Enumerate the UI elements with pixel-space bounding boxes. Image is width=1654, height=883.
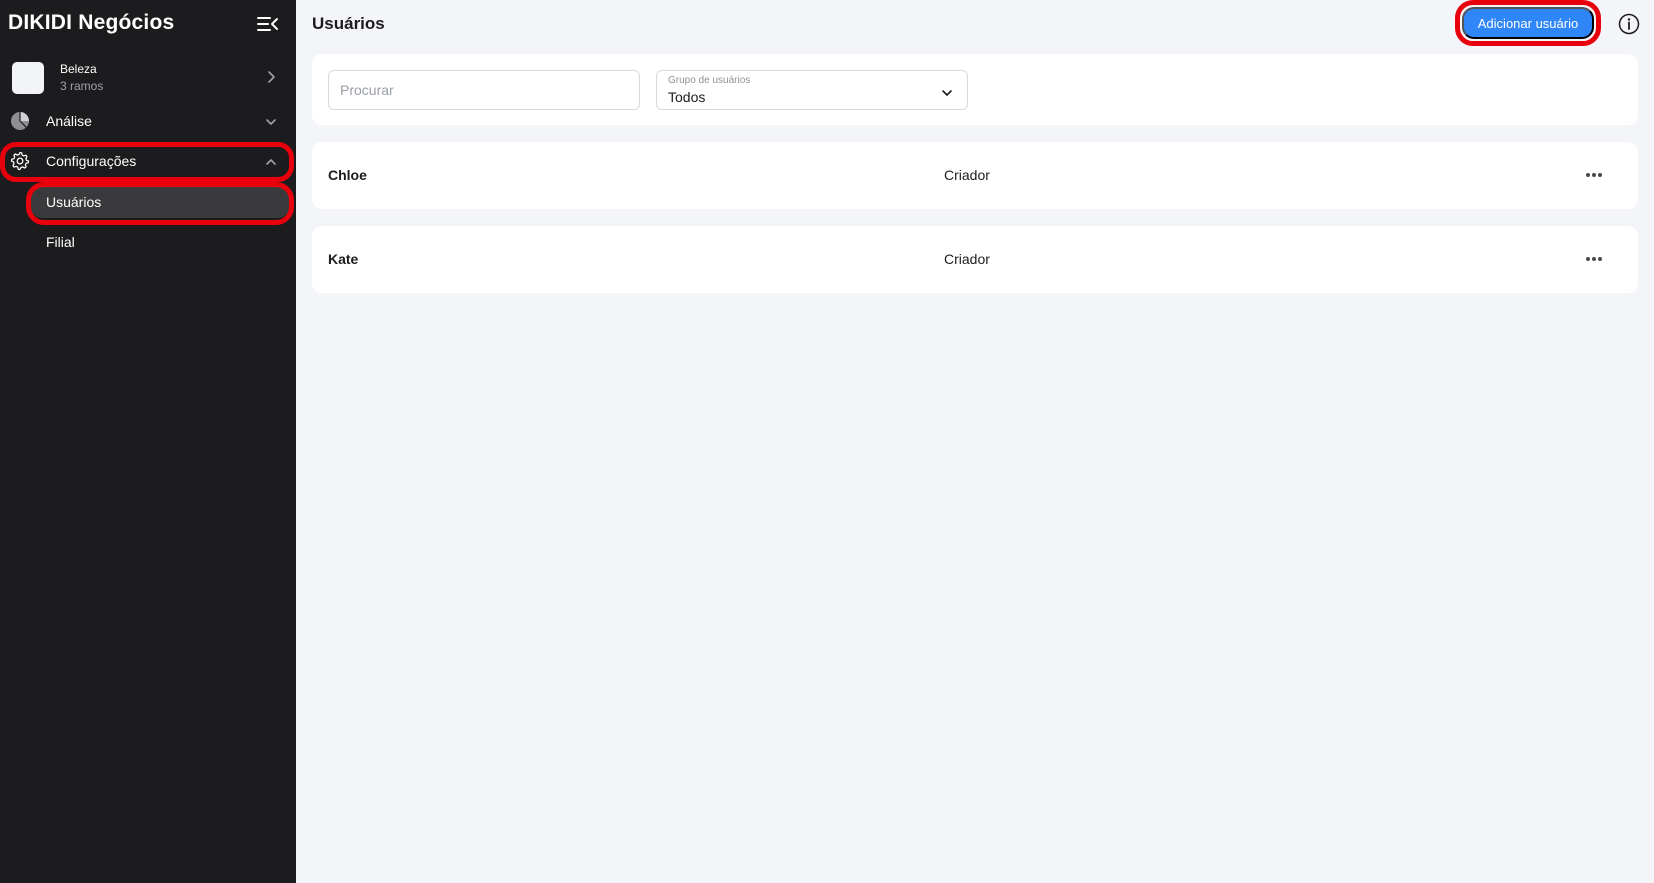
table-row[interactable]: Chloe Criador [312,142,1638,209]
user-name: Chloe [328,167,367,183]
chevron-down-icon [941,85,953,103]
search-input[interactable] [328,70,640,110]
account-subtitle: 3 ramos [60,79,104,93]
more-horizontal-icon[interactable] [1580,249,1608,269]
table-row[interactable]: Kate Criador [312,226,1638,293]
chevron-right-icon [266,70,276,89]
user-role: Criador [944,251,990,267]
sidebar-subitem-label: Filial [46,234,75,250]
gear-icon [10,151,30,171]
page-title: Usuários [312,14,385,33]
select-label: Grupo de usuários [668,75,751,86]
filter-card: Grupo de usuários Todos [312,54,1638,125]
brand-title: DIKIDI Negócios [8,11,175,34]
more-horizontal-icon[interactable] [1580,165,1608,185]
info-icon[interactable] [1618,13,1640,35]
sidebar-subitem-label: Usuários [46,194,102,210]
main-content: Usuários Adicionar usuário Grupo de usuá… [296,0,1654,883]
user-role: Criador [944,167,990,183]
add-user-button[interactable]: Adicionar usuário [1462,7,1594,39]
user-group-select[interactable]: Grupo de usuários Todos [656,70,968,110]
account-switcher[interactable]: Beleza 3 ramos [0,56,296,100]
pie-chart-icon [10,111,30,131]
account-name: Beleza [60,62,97,76]
sidebar-item-label: Análise [46,113,92,129]
sidebar-subitem-usuarios[interactable]: Usuários [30,184,290,218]
sidebar: DIKIDI Negócios Beleza 3 ramos Análise C… [0,0,296,883]
sidebar-item-label: Configurações [46,153,137,169]
user-name: Kate [328,251,359,267]
select-value: Todos [668,89,706,105]
collapse-menu-icon[interactable] [256,13,280,35]
sidebar-item-configuracoes[interactable]: Configurações [0,141,296,181]
sidebar-subitem-filial[interactable]: Filial [30,224,290,258]
sidebar-item-analise[interactable]: Análise [0,101,296,141]
avatar [12,62,44,94]
chevron-down-icon [265,114,277,132]
chevron-up-icon [265,154,277,172]
